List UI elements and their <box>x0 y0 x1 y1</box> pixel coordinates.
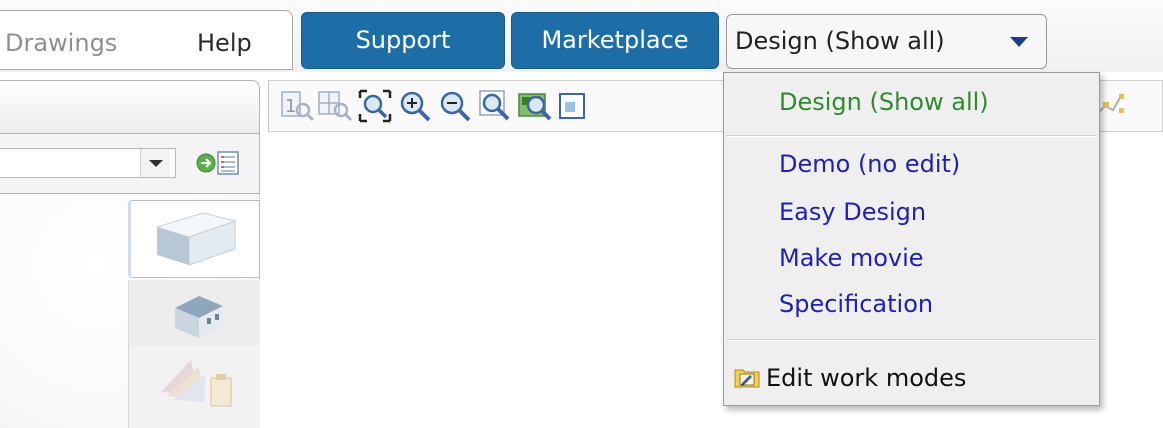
menu-item-help[interactable]: Help <box>197 28 252 58</box>
house-3d-icon <box>175 296 223 338</box>
app-window: Drawings Help Support Marketplace Design… <box>0 0 1163 428</box>
mode-option-easy-design[interactable]: Easy Design <box>779 197 926 227</box>
zoom-grid-icon[interactable] <box>317 88 353 124</box>
zoom-out-icon[interactable] <box>437 88 473 124</box>
left-panel-combobox[interactable] <box>0 148 176 178</box>
tab-materials[interactable] <box>128 346 260 428</box>
zoom-extents-icon[interactable] <box>357 88 393 124</box>
folder-edit-icon <box>734 369 760 388</box>
menu-divider <box>726 339 1096 341</box>
left-panel-tabs <box>128 200 260 428</box>
color-palette-icon <box>161 360 232 407</box>
mode-option-make-movie[interactable]: Make movie <box>779 243 924 273</box>
top-menu-bar: Drawings Help Support Marketplace Design… <box>0 0 1163 72</box>
go-list-icon <box>196 151 239 175</box>
left-panel-combo-row <box>0 134 260 194</box>
zoom-window-icon[interactable] <box>477 88 513 124</box>
window-frame-icon[interactable] <box>557 88 593 124</box>
wall-3d-icon <box>155 212 237 266</box>
tab-buildings[interactable] <box>128 280 260 346</box>
work-mode-menu: Design (Show all) Demo (no edit) Easy De… <box>723 72 1100 406</box>
edit-work-modes-label: Edit work modes <box>766 364 967 392</box>
zoom-selection-icon[interactable] <box>517 88 553 124</box>
zoom-in-icon[interactable] <box>397 88 433 124</box>
mode-option-specification[interactable]: Specification <box>779 289 933 319</box>
marketplace-button[interactable]: Marketplace <box>511 12 719 69</box>
left-panel-header <box>0 80 260 134</box>
work-mode-select[interactable]: Design (Show all) <box>726 14 1047 69</box>
tab-walls[interactable] <box>128 200 260 278</box>
menu-divider <box>726 135 1096 137</box>
page-one-icon[interactable]: 1 <box>279 88 315 124</box>
combobox-arrow-icon[interactable] <box>140 149 170 177</box>
svg-text:1: 1 <box>285 96 296 117</box>
chevron-down-icon <box>1010 37 1028 47</box>
mode-option-demo[interactable]: Demo (no edit) <box>779 149 960 179</box>
support-button[interactable]: Support <box>301 12 505 69</box>
mode-option-current[interactable]: Design (Show all) <box>779 87 989 117</box>
go-to-list-button[interactable] <box>195 148 243 178</box>
menu-item-drawings[interactable]: Drawings <box>5 28 117 58</box>
work-mode-select-value: Design (Show all) <box>735 27 945 55</box>
